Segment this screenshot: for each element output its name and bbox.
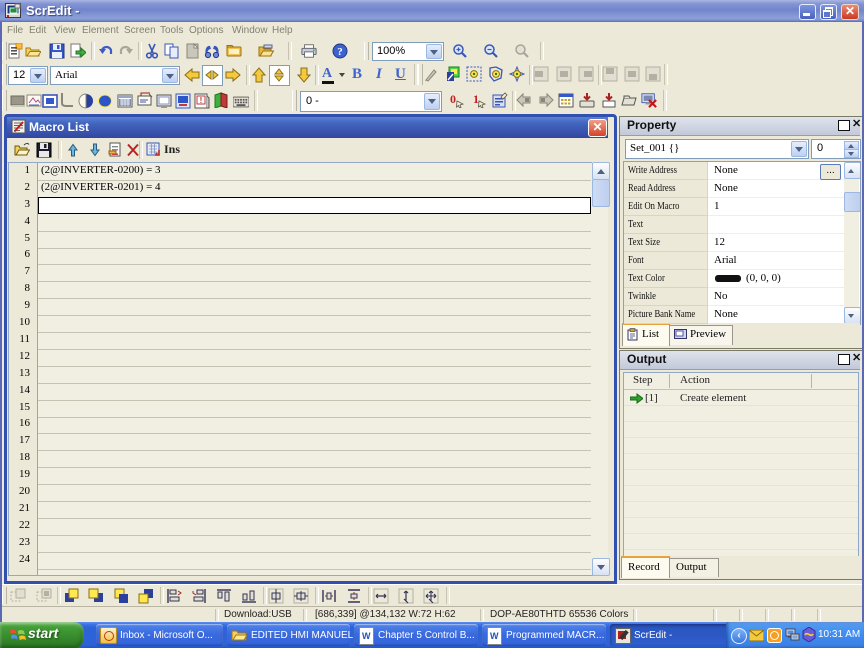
svg-text:0: 0 xyxy=(450,92,456,106)
svg-text:?: ? xyxy=(337,46,343,58)
svg-text:!: ! xyxy=(200,96,203,105)
svg-text:1: 1 xyxy=(473,92,479,106)
